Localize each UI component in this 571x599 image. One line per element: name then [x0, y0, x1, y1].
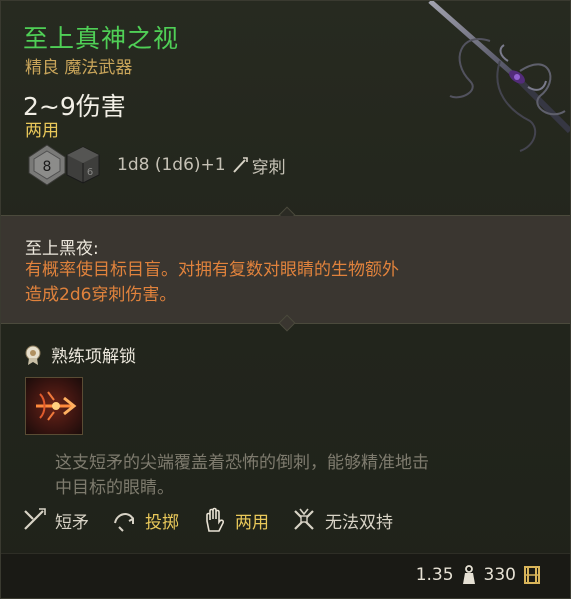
- item-handedness: 两用: [25, 121, 59, 141]
- weight-icon: [462, 565, 475, 584]
- property-thrown: 投掷: [111, 507, 179, 533]
- property-spear: 短矛: [21, 507, 89, 533]
- weapon-action-icon: [36, 391, 77, 421]
- damage-type: 穿刺: [251, 157, 286, 178]
- property-label: 无法双持: [325, 512, 393, 533]
- proficiency-row: 熟练项解锁: [23, 342, 136, 367]
- no-dual-wield-icon: [294, 508, 314, 530]
- dice-row: 8 6 1d8 (1d6)+1 穿刺: [27, 143, 286, 187]
- property-label: 投掷: [145, 512, 179, 533]
- hand-icon: [206, 507, 224, 532]
- property-versatile: 两用: [201, 507, 269, 533]
- property-no-dual-wield: 无法双持: [291, 507, 393, 533]
- spear-icon: [24, 508, 46, 530]
- weight-value: 1.35: [415, 565, 454, 585]
- weapon-properties: 短矛 投掷 两用 无法双持: [21, 507, 415, 533]
- d8-die-face: 8: [43, 159, 52, 175]
- passive-title: 至上黑夜:: [25, 239, 99, 259]
- property-label: 两用: [235, 512, 269, 533]
- flavor-line: 这支短矛的尖端覆盖着恐怖的倒刺，能够精准地击: [55, 453, 429, 473]
- passive-section: 至上黑夜: 有概率使目标目盲。对拥有复数对眼睛的生物额外 造成2d6穿刺伤害。: [1, 216, 570, 323]
- d6-die-face: 6: [87, 167, 93, 178]
- item-tooltip: 至上真神之视 精良 魔法武器 2~9伤害 两用 8 6 1d8 (1d6)+1 …: [0, 0, 571, 599]
- d8-die-icon: 8: [27, 143, 67, 187]
- gold-value: 330: [483, 565, 516, 585]
- passive-description-line: 有概率使目标目盲。对拥有复数对眼睛的生物额外: [25, 260, 399, 280]
- footer-stats: 1.35 330: [416, 564, 548, 586]
- property-label: 短矛: [55, 512, 89, 533]
- proficiency-badge-icon: [25, 345, 41, 365]
- item-footer: 1.35 330: [1, 553, 570, 598]
- flavor-line: 中目标的眼睛。: [55, 478, 174, 498]
- passive-description: 有概率使目标目盲。对拥有复数对眼睛的生物额外 造成2d6穿刺伤害。: [25, 258, 545, 308]
- proficiency-label: 熟练项解锁: [51, 347, 136, 367]
- item-name: 至上真神之视: [23, 24, 180, 53]
- gold-coin-icon: [524, 566, 540, 584]
- weapon-action-tile[interactable]: [25, 377, 83, 435]
- d6-die-icon: 6: [63, 143, 103, 187]
- piercing-icon: [232, 157, 248, 173]
- weapon-art-icon: [428, 1, 570, 152]
- damage-dice-formula: 1d8 (1d6)+1: [117, 155, 226, 175]
- item-rarity: 精良 魔法武器: [25, 58, 133, 78]
- passive-description-line: 造成2d6穿刺伤害。: [25, 285, 177, 305]
- throw-icon: [114, 513, 134, 532]
- flavor-text: 这支短矛的尖端覆盖着恐怖的倒刺，能够精准地击 中目标的眼睛。: [55, 451, 555, 501]
